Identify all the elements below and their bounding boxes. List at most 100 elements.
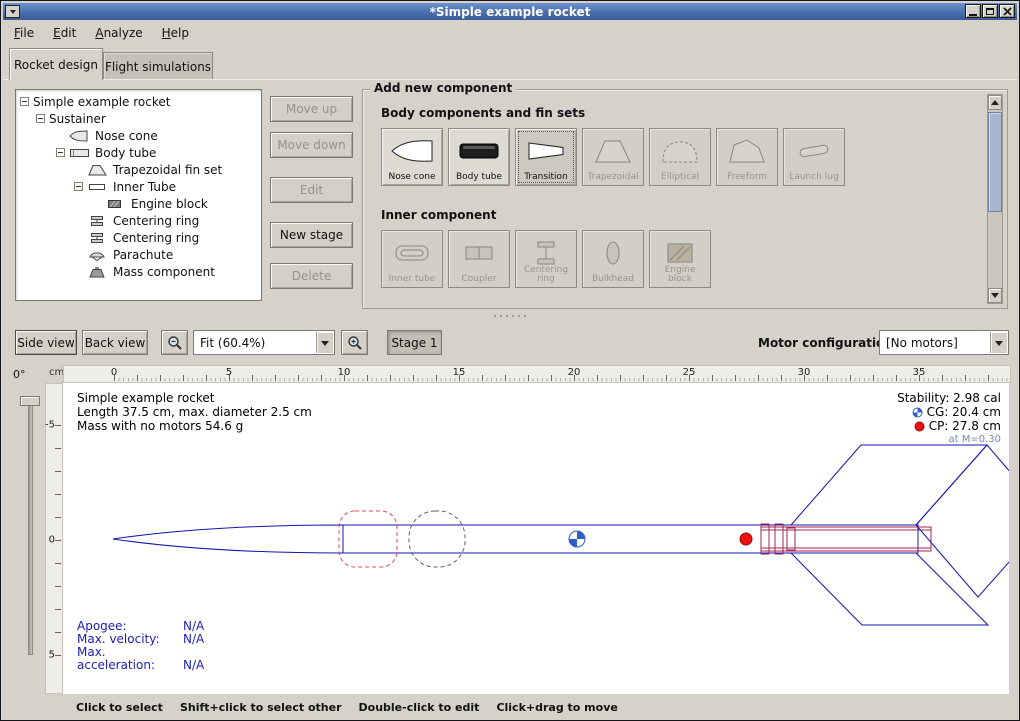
zoom-level-combo[interactable]: Fit (60.4%) [193, 330, 335, 355]
tab-rocket-design[interactable]: Rocket design [9, 48, 103, 80]
zoom-in-icon [347, 335, 363, 351]
add-body-tube-button[interactable]: Body tube [448, 128, 510, 186]
add-inner-tube-button[interactable]: Inner tube [381, 230, 443, 288]
fin-outline-top [791, 445, 987, 525]
tree-expander-icon[interactable] [74, 182, 83, 191]
add-component-group: Add new component Body components and fi… [362, 89, 1008, 309]
chevron-down-icon[interactable] [990, 332, 1007, 353]
hint-click-to-select: Click to select [76, 701, 163, 714]
body-tube-icon [69, 147, 91, 159]
fin-outline-bottom [791, 553, 988, 625]
nose-cone-icon [69, 130, 91, 142]
tree-expander-icon[interactable] [56, 148, 65, 157]
component-tree[interactable]: Simple example rocket Sustainer Nose con… [15, 89, 262, 301]
body-tube-icon [457, 136, 501, 166]
tree-item-centering-ring-1[interactable]: Centering ring [16, 212, 261, 229]
edit-button[interactable]: Edit [270, 177, 353, 203]
window-menu-icon[interactable] [5, 5, 20, 18]
tree-expander-icon[interactable] [36, 114, 45, 123]
tree-item-engine-block[interactable]: Engine block [16, 195, 261, 212]
splitter-handle[interactable] [3, 311, 1017, 320]
tab-flight-simulations[interactable]: Flight simulations [103, 52, 213, 80]
tab-content-divider [3, 79, 1017, 80]
engine-block-icon [105, 198, 127, 210]
tree-item-inner-tube[interactable]: Inner Tube [16, 178, 261, 195]
add-bulkhead-button[interactable]: Bulkhead [582, 230, 644, 288]
stability-block: Stability: 2.98 cal CG: 20.4 cm CP: 27.8… [897, 391, 1001, 447]
add-trapezoidal-fin-button[interactable]: Trapezoidal [582, 128, 644, 186]
app-window: *Simple example rocket File Edit Analyze… [0, 0, 1020, 721]
add-coupler-button[interactable]: Coupler [448, 230, 510, 288]
tree-item-body-tube[interactable]: Body tube [16, 144, 261, 161]
ruler-unit-label: cm [49, 367, 64, 378]
tree-item-mass-component[interactable]: Mass component [16, 263, 261, 280]
stage-1-toggle[interactable]: Stage 1 [387, 330, 442, 355]
scroll-down-button[interactable] [988, 288, 1002, 303]
tree-item-sustainer[interactable]: Sustainer [16, 110, 261, 127]
rocket-view-panel: 0° cm 0 5 10 15 20 25 30 35 -5 0 5 [3, 363, 1019, 696]
transition-icon [524, 136, 568, 166]
tree-item-centering-ring-2[interactable]: Centering ring [16, 229, 261, 246]
menu-edit[interactable]: Edit [53, 26, 76, 40]
hint-shift-click: Shift+click to select other [180, 701, 342, 714]
maximize-icon [986, 8, 994, 15]
zoom-out-button[interactable] [161, 330, 188, 355]
mach-condition: at M=0.30 [897, 433, 1001, 447]
centering-ring-icon [87, 215, 109, 227]
rocket-canvas[interactable]: Simple example rocket Length 37.5 cm, ma… [63, 383, 1009, 694]
centering-ring-icon [87, 232, 109, 244]
tree-expander-icon[interactable] [20, 97, 29, 106]
maximize-button[interactable] [982, 4, 998, 18]
nose-cone-icon [390, 136, 434, 166]
add-elliptical-fin-button[interactable]: Elliptical [649, 128, 711, 186]
hint-click-drag: Click+drag to move [496, 701, 617, 714]
vertical-ruler: -5 0 5 [45, 383, 63, 694]
hint-double-click: Double-click to edit [359, 701, 480, 714]
max-acceleration-value: N/A [183, 658, 204, 672]
apogee-value: N/A [183, 619, 204, 633]
stability-value: Stability: 2.98 cal [897, 391, 1001, 405]
body-tube-outline [343, 525, 918, 553]
scrollbar-thumb[interactable] [988, 112, 1002, 212]
move-up-button[interactable]: Move up [270, 96, 353, 122]
rocket-name: Simple example rocket [77, 391, 312, 405]
motor-configuration-combo[interactable]: [No motors] [879, 330, 1009, 355]
rotation-slider-handle[interactable] [20, 396, 40, 406]
delete-button[interactable]: Delete [270, 263, 353, 289]
scroll-up-button[interactable] [988, 95, 1002, 110]
add-engine-block-button[interactable]: Engine block [649, 230, 711, 288]
menu-analyze[interactable]: Analyze [95, 26, 142, 40]
side-view-button[interactable]: Side view [15, 330, 77, 355]
fin-outline-rotated [916, 445, 1009, 597]
add-freeform-fin-button[interactable]: Freeform [716, 128, 778, 186]
menu-file[interactable]: File [14, 26, 34, 40]
mass-component-icon [87, 266, 109, 278]
menubar: File Edit Analyze Help [3, 21, 1017, 45]
zoom-in-button[interactable] [341, 330, 368, 355]
close-button[interactable] [999, 4, 1015, 18]
motor-configuration-value: [No motors] [886, 336, 958, 350]
chevron-down-icon[interactable] [316, 332, 333, 353]
tree-item-nose-cone[interactable]: Nose cone [16, 127, 261, 144]
minimize-button[interactable] [965, 4, 981, 18]
centering-ring-outline [775, 524, 783, 554]
add-centering-ring-button[interactable]: Centering ring [515, 230, 577, 288]
titlebar[interactable]: *Simple example rocket [3, 3, 1017, 20]
new-stage-button[interactable]: New stage [270, 222, 353, 248]
move-down-button[interactable]: Move down [270, 132, 353, 158]
rocket-mass: Mass with no motors 54.6 g [77, 419, 312, 433]
inner-component-label: Inner component [381, 208, 496, 222]
component-scrollbar[interactable] [987, 94, 1003, 304]
tree-item-rocket[interactable]: Simple example rocket [16, 93, 261, 110]
cg-value: CG: 20.4 cm [927, 405, 1001, 419]
add-launch-lug-button[interactable]: Launch lug [783, 128, 845, 186]
tree-item-trapezoidal-fin-set[interactable]: Trapezoidal fin set [16, 161, 261, 178]
tree-item-parachute[interactable]: Parachute [16, 246, 261, 263]
back-view-button[interactable]: Back view [82, 330, 148, 355]
add-transition-button[interactable]: Transition [515, 128, 577, 186]
menu-help[interactable]: Help [162, 26, 189, 40]
cg-legend-icon [912, 407, 923, 418]
rotation-slider[interactable] [28, 399, 33, 655]
rocket-dimensions: Length 37.5 cm, max. diameter 2.5 cm [77, 405, 312, 419]
add-nose-cone-button[interactable]: Nose cone [381, 128, 443, 186]
